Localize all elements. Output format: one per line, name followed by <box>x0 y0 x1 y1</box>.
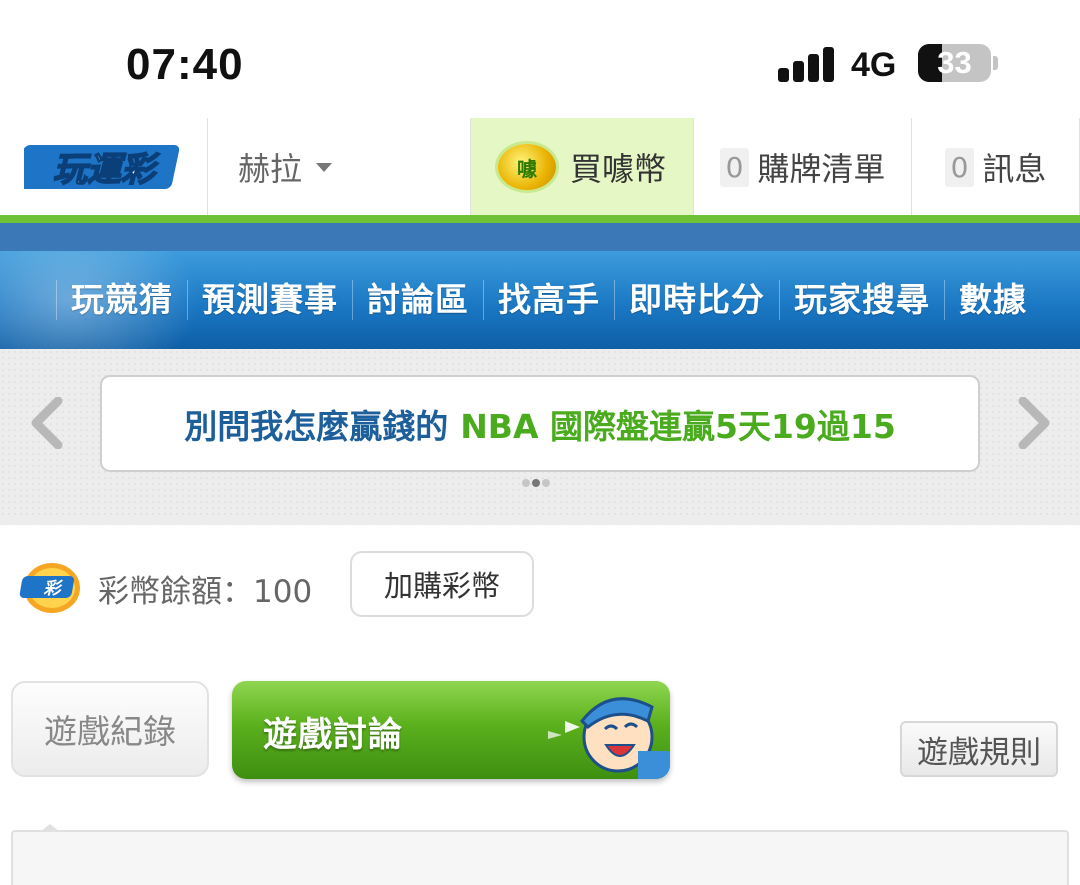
carousel-dot[interactable] <box>532 479 540 487</box>
messages-button[interactable]: 0 訊息 <box>912 118 1080 216</box>
accent-divider <box>0 215 1080 223</box>
carousel-dots <box>522 479 550 487</box>
lottery-coin-icon: 彩 <box>19 563 80 613</box>
tab-game-discussion-label: 遊戲討論 <box>263 715 403 755</box>
banner-record: NBA 國際盤連贏5天19過15 <box>460 406 896 446</box>
carousel-dot[interactable] <box>522 479 530 487</box>
menu-item-guess[interactable]: 玩競猜 <box>56 280 187 320</box>
site-logo: 玩運彩 <box>23 145 179 191</box>
header-band <box>0 223 1080 251</box>
battery-cap <box>993 56 998 70</box>
messages-label: 訊息 <box>982 150 1047 188</box>
main-menu: 玩競猜 預測賽事 討論區 找高手 即時比分 玩家搜尋 數據 <box>0 251 1080 349</box>
purchase-list-label: 購牌清單 <box>757 150 886 188</box>
user-menu[interactable]: 赫拉 <box>208 118 471 216</box>
chevron-right-icon[interactable] <box>1013 397 1053 449</box>
menu-item-player-search[interactable]: 玩家搜尋 <box>779 280 944 320</box>
menu-item-experts[interactable]: 找高手 <box>483 280 614 320</box>
logo-link[interactable]: 玩運彩 <box>0 118 208 216</box>
coin-balance: 彩幣餘額：100 <box>98 574 313 610</box>
tab-game-history[interactable]: 遊戲紀錄 <box>11 681 209 777</box>
message-count: 0 <box>944 147 975 187</box>
top-nav: 玩運彩 赫拉 噱 買噱幣 0 購牌清單 0 訊息 <box>0 118 1080 216</box>
network-type: 4G <box>851 46 897 84</box>
menu-item-live-scores[interactable]: 即時比分 <box>614 280 779 320</box>
purchase-list-button[interactable]: 0 購牌清單 <box>694 118 912 216</box>
banner-slide[interactable]: 別問我怎麼贏錢的 NBA 國際盤連贏5天19過15 <box>100 375 980 472</box>
caret-down-icon <box>316 162 333 172</box>
status-bar: 07:40 4G 33 <box>0 0 1080 118</box>
tab-game-discussion[interactable]: 遊戲討論 <box>232 681 670 779</box>
battery-level: 33 <box>937 45 972 80</box>
logo-text: 玩運彩 <box>53 150 160 190</box>
menu-item-forum[interactable]: 討論區 <box>352 280 483 320</box>
purchase-list-count: 0 <box>719 147 750 187</box>
chevron-left-icon[interactable] <box>28 397 68 449</box>
wave-divider <box>0 515 1080 527</box>
game-rules-button[interactable]: 遊戲規則 <box>900 721 1058 777</box>
menu-item-predict[interactable]: 預測賽事 <box>187 280 352 320</box>
buy-coins-button[interactable]: 噱 買噱幣 <box>471 118 694 216</box>
user-name: 赫拉 <box>238 150 303 188</box>
signal-icon <box>778 46 834 82</box>
status-time: 07:40 <box>126 40 244 89</box>
banner-headline: 別問我怎麼贏錢的 <box>184 406 449 446</box>
buy-more-coins-button[interactable]: 加購彩幣 <box>350 551 534 617</box>
menu-items: 玩競猜 預測賽事 討論區 找高手 即時比分 玩家搜尋 數據 <box>56 251 1041 349</box>
discussion-panel <box>11 830 1069 885</box>
mascot-icon <box>548 697 670 779</box>
buy-coins-label: 買噱幣 <box>569 150 666 188</box>
battery-icon: 33 <box>918 44 991 82</box>
carousel-dot[interactable] <box>542 479 550 487</box>
coin-icon: 噱 <box>497 144 556 190</box>
menu-item-stats[interactable]: 數據 <box>944 280 1041 320</box>
